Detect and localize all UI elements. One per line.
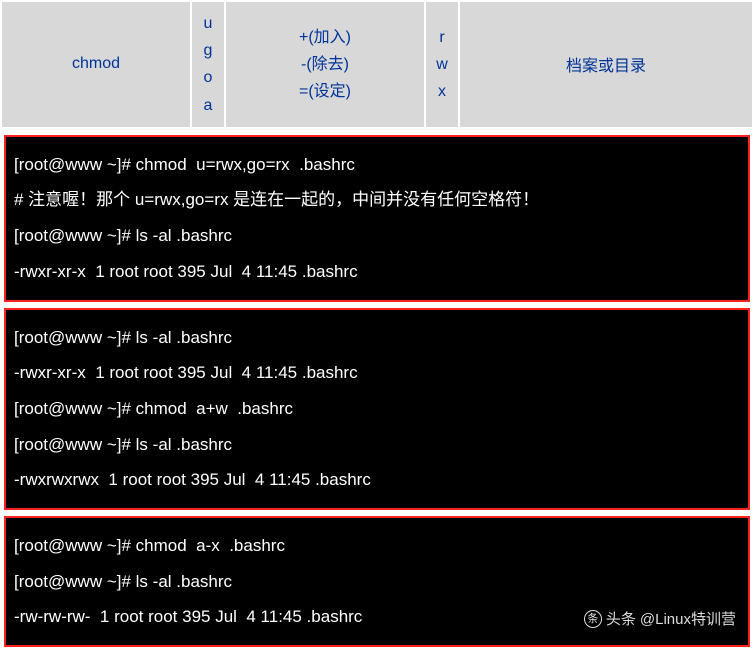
perm-w: w xyxy=(432,51,452,78)
perm-r: r xyxy=(432,24,452,51)
term-line: [root@www ~]# ls -al .bashrc xyxy=(14,320,740,356)
cell-command: chmod xyxy=(1,1,191,128)
who-g: g xyxy=(198,37,218,64)
terminal-block-2: [root@www ~]# ls -al .bashrc -rwxr-xr-x … xyxy=(4,308,750,510)
term-line: -rwxrwxrwx 1 root root 395 Jul 4 11:45 .… xyxy=(14,462,740,498)
term-line: [root@www ~]# chmod a+w .bashrc xyxy=(14,391,740,427)
op-add: +(加入) xyxy=(232,24,418,51)
terminal-block-3: [root@www ~]# chmod a-x .bashrc [root@ww… xyxy=(4,516,750,647)
chmod-syntax-table: chmod u g o a +(加入) -(除去) =(设定) r w x 档案… xyxy=(0,0,754,129)
watermark-prefix: 头条 xyxy=(606,604,636,636)
who-u: u xyxy=(198,10,218,37)
terminal-block-1: [root@www ~]# chmod u=rwx,go=rx .bashrc … xyxy=(4,135,750,302)
term-line: -rwxr-xr-x 1 root root 395 Jul 4 11:45 .… xyxy=(14,355,740,391)
who-o: o xyxy=(198,64,218,91)
term-line: [root@www ~]# chmod u=rwx,go=rx .bashrc xyxy=(14,147,740,183)
term-line: [root@www ~]# ls -al .bashrc xyxy=(14,564,740,600)
cell-perms: r w x xyxy=(425,1,459,128)
term-line: -rwxr-xr-x 1 root root 395 Jul 4 11:45 .… xyxy=(14,254,740,290)
term-line: [root@www ~]# ls -al .bashrc xyxy=(14,427,740,463)
cell-target: 档案或目录 xyxy=(459,1,753,128)
op-set: =(设定) xyxy=(232,78,418,105)
term-line: [root@www ~]# chmod a-x .bashrc xyxy=(14,528,740,564)
cell-operators: +(加入) -(除去) =(设定) xyxy=(225,1,425,128)
who-a: a xyxy=(198,92,218,119)
perm-x: x xyxy=(432,78,452,105)
term-line: [root@www ~]# ls -al .bashrc xyxy=(14,218,740,254)
op-remove: -(除去) xyxy=(232,51,418,78)
watermark-handle: @Linux特训营 xyxy=(640,604,736,636)
cell-who: u g o a xyxy=(191,1,225,128)
watermark: 条 头条 @Linux特训营 xyxy=(584,604,736,636)
term-line: # 注意喔！那个 u=rwx,go=rx 是连在一起的，中间并没有任何空格符！ xyxy=(14,182,740,218)
toutiao-icon: 条 xyxy=(584,610,602,628)
